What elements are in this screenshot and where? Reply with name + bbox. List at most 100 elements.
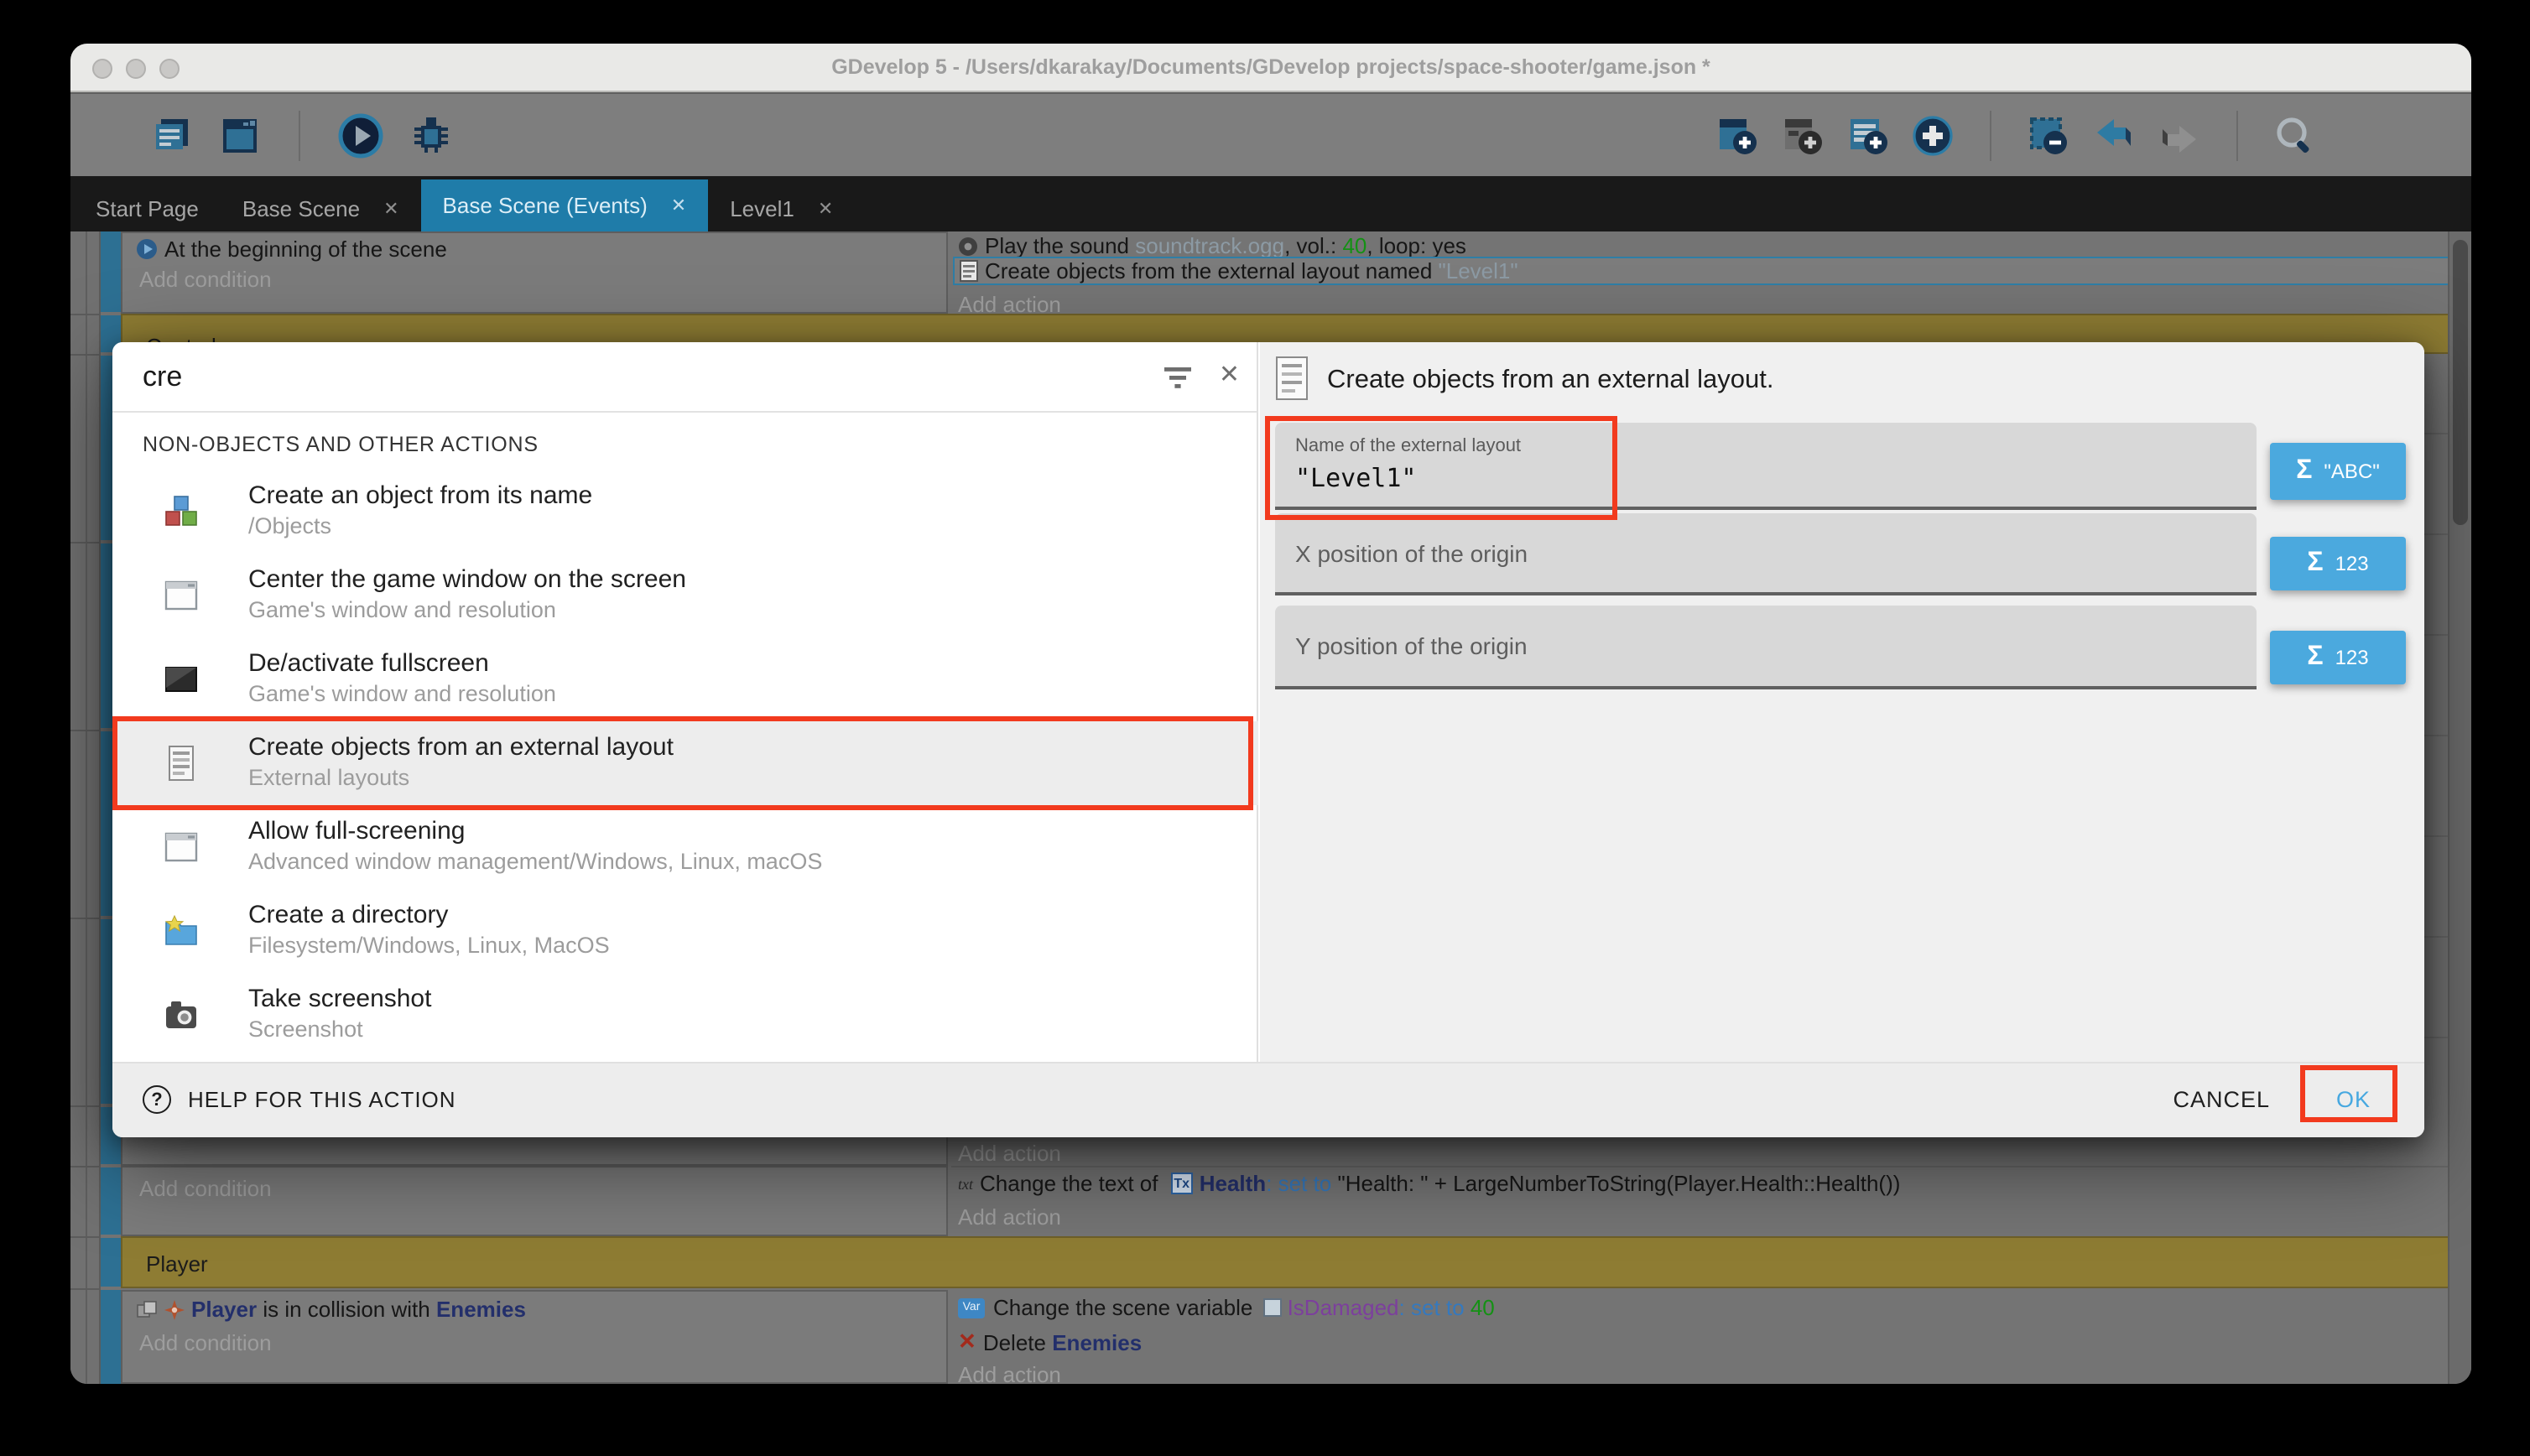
event-indicator-bar xyxy=(101,231,121,312)
choose-action-dialog: cre ✕ NON-OBJECTS AND OTHER ACTIONS Crea… xyxy=(112,342,2424,1137)
list-item-take-screenshot[interactable]: Take screenshot Screenshot xyxy=(112,973,1258,1057)
search-input[interactable]: cre xyxy=(143,361,182,394)
minimize-window-button[interactable] xyxy=(126,59,146,79)
dialog-footer: ? HELP FOR THIS ACTION CANCEL OK xyxy=(112,1062,2424,1137)
condition-cell[interactable]: Add condition xyxy=(121,1166,948,1236)
close-window-button[interactable] xyxy=(92,59,112,79)
toolbar-separator xyxy=(299,110,300,160)
action-list-panel: cre ✕ NON-OBJECTS AND OTHER ACTIONS Crea… xyxy=(112,342,1258,1062)
toolbar-right xyxy=(1715,110,2317,160)
zoom-window-button[interactable] xyxy=(159,59,180,79)
add-action-link[interactable]: Add action xyxy=(958,1204,1061,1230)
variable-action-icon: Var xyxy=(958,1297,985,1318)
debug-icon[interactable] xyxy=(408,112,455,159)
external-layout-icon xyxy=(163,745,200,782)
event-indicator-bar xyxy=(101,1167,121,1235)
expression-builder-abc-button[interactable]: Σ "ABC" xyxy=(2270,443,2406,500)
events-gutter xyxy=(70,231,101,1384)
scene-editor-icon[interactable] xyxy=(218,113,262,157)
toolbar-separator xyxy=(1990,110,1991,160)
tab-base-scene-events[interactable]: Base Scene (Events)✕ xyxy=(421,179,709,231)
sigma-icon: Σ xyxy=(2296,456,2312,486)
events-scrollbar[interactable] xyxy=(2448,231,2471,1384)
add-circle-icon[interactable] xyxy=(1911,113,1955,157)
search-icon[interactable] xyxy=(2273,113,2317,157)
project-manager-icon[interactable] xyxy=(151,113,195,157)
list-item-fullscreen[interactable]: De/activate fullscreen Game's window and… xyxy=(112,637,1258,721)
toolbar-left xyxy=(151,110,455,160)
titlebar: GDevelop 5 - /Users/dkarakay/Documents/G… xyxy=(70,44,2471,92)
condition-collision[interactable]: Player is in collision with Enemies xyxy=(136,1297,526,1322)
screen: GDevelop 5 - /Users/dkarakay/Documents/G… xyxy=(0,0,2530,1456)
add-comment-icon[interactable] xyxy=(1845,113,1889,157)
close-tab-icon[interactable]: ✕ xyxy=(818,197,833,219)
condition-cell[interactable]: At the beginning of the scene Add condit… xyxy=(121,231,948,314)
help-icon: ? xyxy=(143,1085,171,1114)
action-change-text[interactable]: txt Change the text of TxHealth: set to … xyxy=(958,1171,1900,1196)
preview-play-icon[interactable] xyxy=(337,112,384,159)
action-parameters-panel: Create objects from an external layout. … xyxy=(1260,342,2424,1062)
external-layout-icon xyxy=(960,260,978,282)
expression-builder-x-button[interactable]: Σ 123 xyxy=(2270,537,2406,590)
tab-bar: Start Page Base Scene✕ Base Scene (Event… xyxy=(70,176,2471,231)
list-item-create-object[interactable]: Create an object from its name /Objects xyxy=(112,470,1258,554)
tab-level1[interactable]: Level1✕ xyxy=(708,185,855,231)
action-delete[interactable]: ✕ Delete Enemies xyxy=(958,1329,1142,1355)
ok-button[interactable]: OK xyxy=(2336,1087,2371,1112)
traffic-lights xyxy=(92,59,180,79)
window-title: GDevelop 5 - /Users/dkarakay/Documents/G… xyxy=(70,44,2471,92)
list-item-create-directory[interactable]: Create a directory Filesystem/Windows, L… xyxy=(112,889,1258,973)
collision-icon xyxy=(164,1299,185,1319)
add-action-link[interactable]: Add action xyxy=(958,1362,1061,1384)
event-indicator-bar xyxy=(101,1290,121,1384)
remove-event-icon[interactable] xyxy=(2027,113,2070,157)
section-header: NON-OBJECTS AND OTHER ACTIONS xyxy=(143,433,539,456)
text-action-icon: txt xyxy=(958,1175,973,1192)
list-item-allow-fullscreening[interactable]: Allow full-screening Advanced window man… xyxy=(112,805,1258,889)
list-item-create-from-external-layout[interactable]: Create objects from an external layout E… xyxy=(112,721,1258,805)
redo-icon[interactable] xyxy=(2158,113,2201,157)
filter-icon[interactable] xyxy=(1163,362,1193,393)
add-subevent-icon[interactable] xyxy=(1780,113,1824,157)
condition-cell[interactable]: Player is in collision with Enemies Add … xyxy=(121,1290,948,1384)
close-tab-icon[interactable]: ✕ xyxy=(671,195,686,216)
begin-scene-icon xyxy=(136,238,158,260)
add-condition-link[interactable]: Add condition xyxy=(139,267,272,292)
camera-icon xyxy=(163,996,200,1033)
group-player[interactable]: Player xyxy=(121,1236,2456,1288)
scene-variable-icon xyxy=(1264,1298,1283,1317)
undo-icon[interactable] xyxy=(2092,113,2136,157)
external-layout-icon xyxy=(1273,356,1310,401)
name-of-external-layout-field[interactable]: Name of the external layout "Level1" xyxy=(1275,423,2257,510)
folder-icon xyxy=(163,913,200,949)
scrollbar-thumb[interactable] xyxy=(2453,240,2468,525)
action-title: Create objects from an external layout. xyxy=(1327,366,1773,396)
help-link[interactable]: ? HELP FOR THIS ACTION xyxy=(143,1085,456,1114)
action-change-variable[interactable]: Var Change the scene variable IsDamaged:… xyxy=(958,1295,1495,1320)
close-tab-icon[interactable]: ✕ xyxy=(383,197,398,219)
toolbar xyxy=(70,92,2471,176)
add-condition-link[interactable]: Add condition xyxy=(139,1330,272,1355)
action-create-objects-selected[interactable]: Create objects from the external layout … xyxy=(953,257,2453,285)
search-bar[interactable]: cre ✕ xyxy=(112,342,1257,413)
sigma-icon: Σ xyxy=(2307,642,2323,673)
list-item-center-window[interactable]: Center the game window on the screen Gam… xyxy=(112,554,1258,637)
add-action-link[interactable]: Add action xyxy=(958,1141,1061,1166)
delete-icon: ✕ xyxy=(958,1329,976,1355)
toolbar-separator xyxy=(2236,110,2238,160)
fullscreen-icon xyxy=(163,661,200,698)
x-position-field[interactable]: X position of the origin xyxy=(1275,513,2257,595)
tab-base-scene[interactable]: Base Scene✕ xyxy=(221,185,421,231)
add-event-icon[interactable] xyxy=(1715,113,1758,157)
tab-start-page[interactable]: Start Page xyxy=(74,185,221,231)
window-icon xyxy=(163,829,200,866)
objects-cubes-icon xyxy=(163,493,200,530)
y-position-field[interactable]: Y position of the origin xyxy=(1275,606,2257,689)
clear-search-icon[interactable]: ✕ xyxy=(1219,359,1240,389)
window-icon xyxy=(163,577,200,614)
add-condition-link[interactable]: Add condition xyxy=(139,1176,272,1201)
expression-builder-y-button[interactable]: Σ 123 xyxy=(2270,631,2406,684)
action-play-sound[interactable]: Play the sound soundtrack.ogg, vol.: 40,… xyxy=(958,233,1466,258)
event-indicator-bar xyxy=(101,1238,121,1287)
cancel-button[interactable]: CANCEL xyxy=(2173,1087,2270,1112)
